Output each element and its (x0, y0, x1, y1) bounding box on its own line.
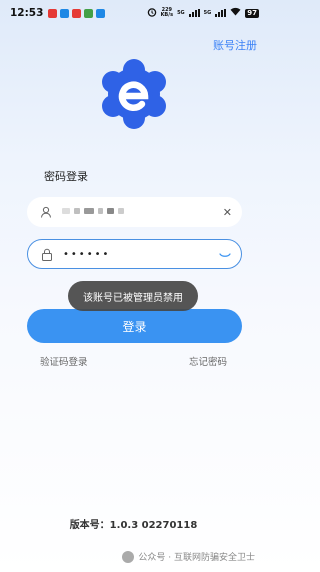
user-icon (39, 205, 53, 219)
app-notification-icon (84, 8, 94, 18)
status-bar: 12:53 229 KB/s 5G 5G 97 (0, 0, 267, 26)
app-notification-icon (72, 8, 82, 18)
net-speed-unit: KB/s (160, 12, 174, 18)
password-field[interactable]: •••••• (27, 239, 242, 269)
page-title: 密码登录 (44, 170, 88, 183)
register-link[interactable]: 账号注册 (213, 37, 257, 53)
signal-icon (215, 9, 227, 17)
eye-closed-icon[interactable] (219, 245, 231, 264)
sms-login-link[interactable]: 验证码登录 (40, 354, 88, 368)
username-value[interactable] (62, 207, 223, 217)
watermark-text: 公众号 · 互联网防骗安全卫士 (138, 553, 255, 563)
version-label: 版本号：1.0.3 02270118 (69, 520, 198, 531)
sim1-label: 5G (177, 9, 185, 16)
battery-icon: 97 (245, 8, 259, 18)
login-button[interactable]: 登录 (27, 309, 242, 343)
toast-message: 该账号已被管理员禁用 (68, 281, 198, 311)
username-field[interactable]: ✕ (27, 197, 242, 227)
clear-input-icon[interactable]: ✕ (223, 206, 232, 219)
watermark: 公众号 · 互联网防骗安全卫士 (122, 550, 255, 563)
wifi-icon (230, 7, 241, 19)
password-value[interactable]: •••••• (63, 249, 219, 260)
app-logo-icon (98, 58, 170, 130)
app-notification-icon (96, 8, 106, 18)
alarm-icon (147, 7, 157, 20)
net-speed: 229 KB/s (161, 8, 174, 18)
notification-icons (48, 8, 106, 18)
signal-icon (188, 9, 200, 17)
wechat-icon (122, 550, 135, 563)
sim2-label: 5G (203, 9, 212, 16)
username-masked (62, 208, 124, 214)
forgot-password-link[interactable]: 忘记密码 (189, 354, 227, 368)
lock-icon (40, 247, 54, 261)
app-notification-icon (60, 8, 70, 18)
status-time: 12:53 (10, 7, 44, 19)
app-notification-icon (48, 8, 58, 18)
